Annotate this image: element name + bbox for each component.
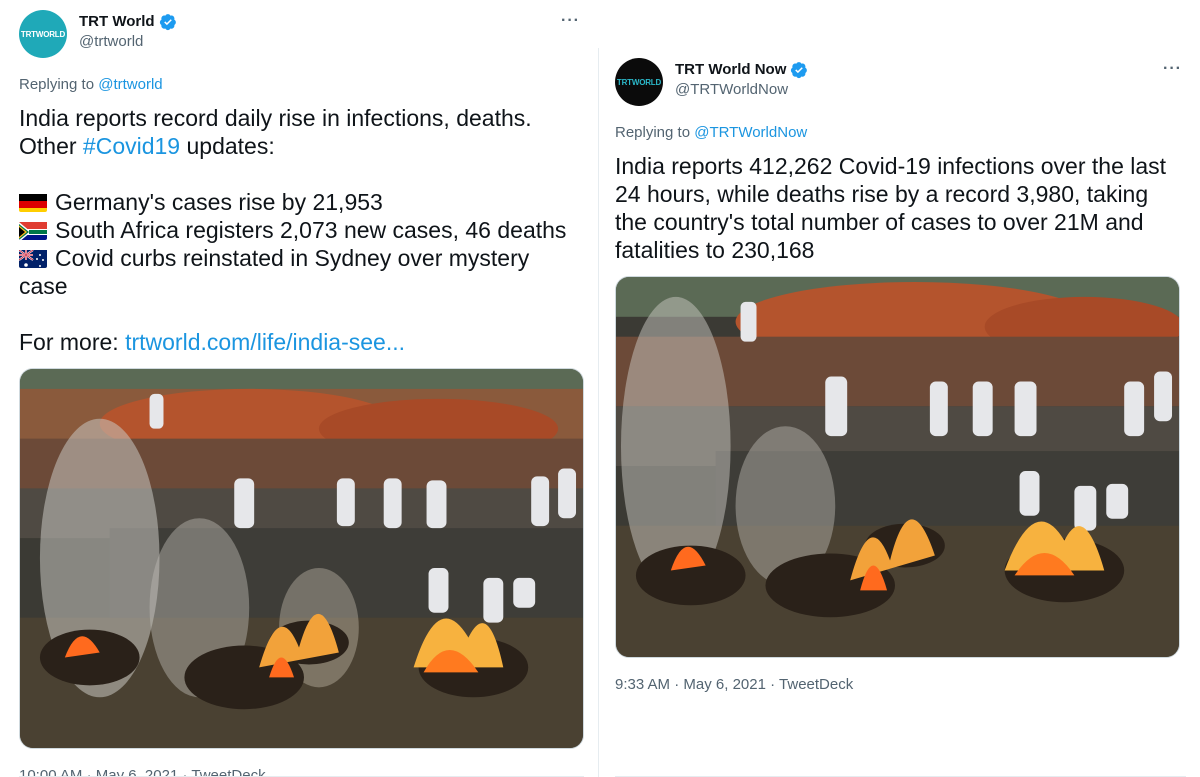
tweet-photo[interactable] [19, 368, 584, 749]
trt-world-logo: TRTWORLD [20, 29, 66, 39]
author-handle[interactable]: @trtworld [79, 32, 177, 52]
replying-to-link[interactable]: @TRTWorldNow [694, 124, 807, 141]
tweet-text: India reports 412,262 Covid-19 infection… [615, 153, 1167, 263]
headline-suffix: updates: [186, 133, 275, 159]
verified-badge-icon [790, 61, 808, 79]
tweet-photo[interactable] [615, 276, 1180, 658]
verified-badge-icon [159, 13, 177, 31]
article-link[interactable]: trtworld.com/life/india-see... [125, 329, 405, 355]
tweet-trtworldnow[interactable]: TRTWORLD TRT World Now @TRTWorldNow ··· … [598, 48, 1200, 777]
replying-label: Replying to [19, 76, 95, 93]
author-display-name[interactable]: TRT World [79, 12, 155, 32]
cremation-photo-illustration [616, 277, 1179, 657]
tweet-meta: 9:33 AM · May 6, 2021 · TweetDeck [615, 675, 1186, 695]
replying-to: Replying to @trtworld [19, 75, 584, 95]
south-africa-flag-icon [19, 220, 47, 240]
bullet-text: Covid curbs reinstated in Sydney over my… [19, 245, 530, 299]
tweet-date[interactable]: May 6, 2021 [683, 676, 766, 693]
more-line: For more: trtworld.com/life/india-see... [19, 328, 584, 356]
tweet-header: TRTWORLD TRT World Now @TRTWorldNow ··· [615, 58, 1186, 108]
tweet-trtworld[interactable]: TRTWORLD TRT World @trtworld ··· Replyin… [0, 0, 598, 777]
headline-prefix: Other [19, 133, 77, 159]
australia-flag-icon [19, 248, 47, 268]
tweet-header: TRTWORLD TRT World @trtworld ··· [19, 10, 584, 60]
author-handle[interactable]: @TRTWorldNow [675, 80, 808, 100]
author-block: TRT World Now @TRTWorldNow [675, 58, 808, 100]
hashtag-link[interactable]: #Covid19 [83, 133, 180, 159]
author-display-name[interactable]: TRT World Now [675, 60, 786, 80]
meta-separator: · [770, 676, 776, 693]
avatar[interactable]: TRTWORLD [19, 10, 67, 58]
list-item: Covid curbs reinstated in Sydney over my… [19, 244, 584, 300]
replying-label: Replying to [615, 124, 691, 141]
tweet-text: India reports record daily rise in infec… [19, 104, 584, 356]
replying-to-link[interactable]: @trtworld [98, 76, 162, 93]
tweet-time[interactable]: 9:33 AM [615, 676, 670, 693]
replying-to: Replying to @TRTWorldNow [615, 123, 1186, 143]
tweet-source[interactable]: TweetDeck [779, 676, 853, 693]
tweet-headline: India reports record daily rise in infec… [19, 105, 532, 131]
more-label: For more: [19, 329, 119, 355]
cremation-photo-illustration [20, 369, 583, 748]
avatar[interactable]: TRTWORLD [615, 58, 663, 106]
germany-flag-icon [19, 192, 47, 212]
author-block: TRT World @trtworld [79, 10, 177, 52]
bullet-text: South Africa registers 2,073 new cases, … [55, 217, 567, 243]
more-options-icon[interactable]: ··· [561, 12, 580, 30]
tweet-headline-2: Other #Covid19 updates: [19, 132, 584, 160]
more-options-icon[interactable]: ··· [1163, 60, 1182, 78]
list-item: South Africa registers 2,073 new cases, … [19, 216, 584, 244]
trt-world-logo: TRTWORLD [616, 77, 662, 87]
list-item: Germany's cases rise by 21,953 [19, 188, 584, 216]
meta-separator: · [674, 676, 680, 693]
bullet-text: Germany's cases rise by 21,953 [55, 189, 383, 215]
